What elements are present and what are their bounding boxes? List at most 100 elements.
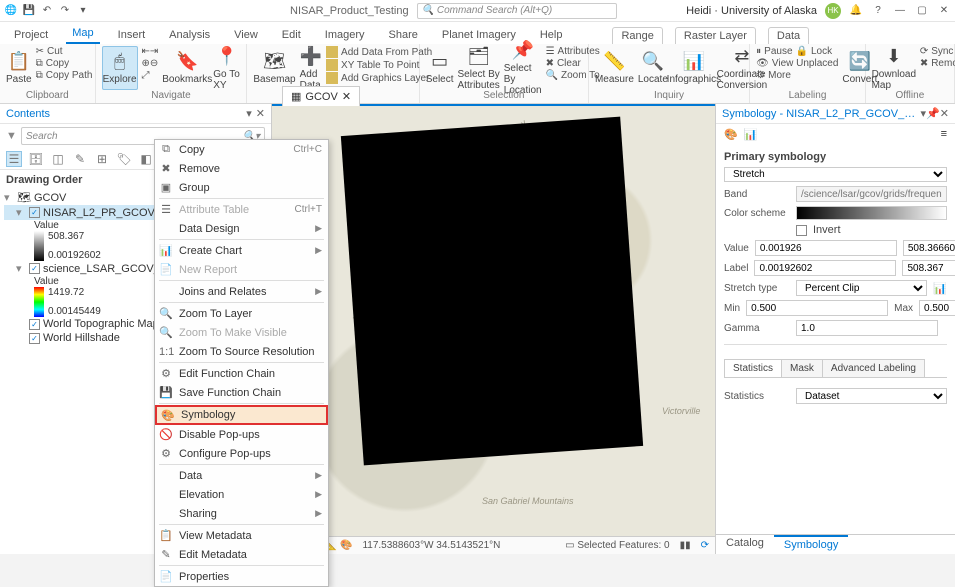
- ctx-zoom-source-res[interactable]: 1:1Zoom To Source Resolution: [155, 342, 328, 361]
- list-by-snapping-icon[interactable]: ⊞: [94, 152, 110, 166]
- tab-edit[interactable]: Edit: [276, 26, 307, 44]
- filter-icon[interactable]: ▼: [6, 130, 17, 142]
- ctx-edit-function-chain[interactable]: ⚙Edit Function Chain: [155, 364, 328, 383]
- bottom-tab-catalog[interactable]: Catalog: [716, 535, 774, 554]
- tab-range[interactable]: Range: [612, 27, 662, 44]
- nav-full[interactable]: ⤢: [142, 70, 162, 81]
- list-by-labeling-icon[interactable]: 🏷: [116, 152, 132, 166]
- nav-arrows[interactable]: ⇤⇥: [142, 46, 162, 57]
- statistics-select[interactable]: Dataset: [796, 388, 947, 404]
- histogram-icon[interactable]: 📊: [933, 282, 947, 295]
- value-max-input[interactable]: [903, 240, 955, 256]
- tab-analysis[interactable]: Analysis: [163, 26, 216, 44]
- ctx-data-design[interactable]: Data Design▶: [155, 219, 328, 238]
- ctx-disable-popups[interactable]: 🚫Disable Pop-ups: [155, 425, 328, 444]
- tab-map[interactable]: Map: [66, 24, 99, 44]
- basemap-button[interactable]: 🗺Basemap: [253, 46, 295, 90]
- download-map[interactable]: ⬇Download Map: [872, 46, 916, 90]
- copy-button[interactable]: ⧉ Copy: [36, 58, 93, 69]
- ctx-remove[interactable]: ✖Remove: [155, 159, 328, 178]
- list-by-selection-icon[interactable]: ◫: [50, 152, 66, 166]
- xy-table-to-point[interactable]: XY Table To Point: [326, 59, 432, 71]
- select-by-attributes[interactable]: 🗂Select By Attributes: [458, 46, 500, 90]
- copy-path-button[interactable]: ⧉ Copy Path: [36, 70, 93, 81]
- symbology-close-icon[interactable]: ✕: [940, 107, 949, 120]
- user-name[interactable]: Heidi · University of Alaska: [686, 5, 817, 17]
- save-icon[interactable]: 💾: [22, 4, 36, 18]
- list-by-perspective-icon[interactable]: ◧: [138, 152, 154, 166]
- tab-raster-layer[interactable]: Raster Layer: [675, 27, 756, 44]
- map-tab-close-icon[interactable]: ✕: [342, 90, 351, 103]
- ctx-zoom-to-layer[interactable]: 🔍Zoom To Layer: [155, 304, 328, 323]
- locate-button[interactable]: 🔍Locate: [638, 46, 668, 90]
- symb-tab-advanced-labeling[interactable]: Advanced Labeling: [822, 359, 925, 377]
- add-data-button[interactable]: ➕Add Data: [300, 46, 322, 90]
- symb-tab-mask[interactable]: Mask: [781, 359, 823, 377]
- invert-checkbox[interactable]: [796, 225, 807, 236]
- map-tab-gcov[interactable]: ▦ GCOV ✕: [282, 86, 360, 106]
- band-input[interactable]: [796, 186, 947, 202]
- ctx-group[interactable]: ▣Group: [155, 178, 328, 197]
- min-input[interactable]: [746, 300, 888, 316]
- tab-imagery[interactable]: Imagery: [319, 26, 371, 44]
- tab-share[interactable]: Share: [383, 26, 424, 44]
- bottom-tab-symbology[interactable]: Symbology: [774, 535, 848, 554]
- cut-button[interactable]: ✂ Cut: [36, 46, 93, 57]
- label-max-input[interactable]: [902, 260, 955, 276]
- paste-button[interactable]: 📋Paste: [6, 46, 32, 90]
- label-min-input[interactable]: [754, 260, 896, 276]
- measure-button[interactable]: 📏Measure: [595, 46, 634, 90]
- ctx-properties[interactable]: 📄Properties: [155, 567, 328, 586]
- tab-insert[interactable]: Insert: [112, 26, 152, 44]
- ctx-joins-relates[interactable]: Joins and Relates▶: [155, 282, 328, 301]
- color-scheme-select[interactable]: [796, 206, 947, 220]
- help-icon[interactable]: ?: [871, 4, 885, 18]
- ctx-data[interactable]: Data▶: [155, 466, 328, 485]
- ctx-configure-popups[interactable]: ⚙Configure Pop-ups: [155, 444, 328, 463]
- list-by-source-icon[interactable]: 🗄: [28, 152, 44, 166]
- symb-tab-statistics[interactable]: Statistics: [724, 359, 782, 377]
- symbology-pin-icon[interactable]: 📌: [926, 107, 940, 120]
- list-by-drawing-order-icon[interactable]: ☰: [6, 151, 22, 167]
- contents-dropdown-icon[interactable]: ▾: [246, 107, 252, 120]
- symbology-type-select[interactable]: Stretch: [724, 167, 947, 182]
- gamma-input[interactable]: [796, 320, 938, 336]
- notifications-icon[interactable]: 🔔: [849, 4, 863, 18]
- command-search-input[interactable]: 🔍 Command Search (Alt+Q): [417, 3, 617, 19]
- value-min-input[interactable]: [755, 240, 897, 256]
- minimize-icon[interactable]: —: [893, 4, 907, 18]
- close-icon[interactable]: ✕: [937, 4, 951, 18]
- sync-button[interactable]: ⟳ Sync: [920, 46, 955, 57]
- qat-dropdown-icon[interactable]: ▾: [76, 4, 90, 18]
- tab-project[interactable]: Project: [8, 26, 54, 44]
- list-by-editing-icon[interactable]: ✎: [72, 152, 88, 166]
- select-button[interactable]: ▭Select: [426, 46, 454, 90]
- ctx-edit-metadata[interactable]: ✎Edit Metadata: [155, 545, 328, 564]
- ctx-save-function-chain[interactable]: 💾Save Function Chain: [155, 383, 328, 402]
- pause-labels[interactable]: ⏸ Pause 🔒 Lock: [756, 46, 838, 57]
- user-avatar[interactable]: HK: [825, 3, 841, 19]
- ctx-symbology[interactable]: 🎨Symbology: [155, 405, 328, 425]
- add-data-from-path[interactable]: Add Data From Path: [326, 46, 432, 58]
- ctx-sharing[interactable]: Sharing▶: [155, 504, 328, 523]
- add-graphics-layer[interactable]: Add Graphics Layer: [326, 72, 432, 84]
- tab-data[interactable]: Data: [768, 27, 809, 44]
- restore-icon[interactable]: ▢: [915, 4, 929, 18]
- contents-close-icon[interactable]: ✕: [256, 107, 265, 120]
- tab-help[interactable]: Help: [534, 26, 569, 44]
- remove-button[interactable]: ✖ Remove: [920, 58, 955, 69]
- max-input[interactable]: [919, 300, 955, 316]
- tab-planet[interactable]: Planet Imagery: [436, 26, 522, 44]
- explore-button[interactable]: 🖱Explore: [102, 46, 138, 90]
- ctx-create-chart[interactable]: 📊Create Chart▶: [155, 241, 328, 260]
- undo-icon[interactable]: ↶: [40, 4, 54, 18]
- bookmarks-button[interactable]: 🔖Bookmarks: [165, 46, 209, 90]
- pause-drawing-icon[interactable]: ▮▮: [680, 540, 691, 551]
- view-unplaced[interactable]: 👁 View Unplaced: [756, 58, 838, 69]
- stretch-type-select[interactable]: Percent Clip: [796, 280, 927, 296]
- labeling-more[interactable]: ⚙ More: [756, 70, 838, 81]
- nav-zoom[interactable]: ⊕⊖: [142, 58, 162, 69]
- redo-icon[interactable]: ↷: [58, 4, 72, 18]
- tab-view[interactable]: View: [228, 26, 264, 44]
- primary-symbology-icon[interactable]: 🎨: [724, 128, 738, 141]
